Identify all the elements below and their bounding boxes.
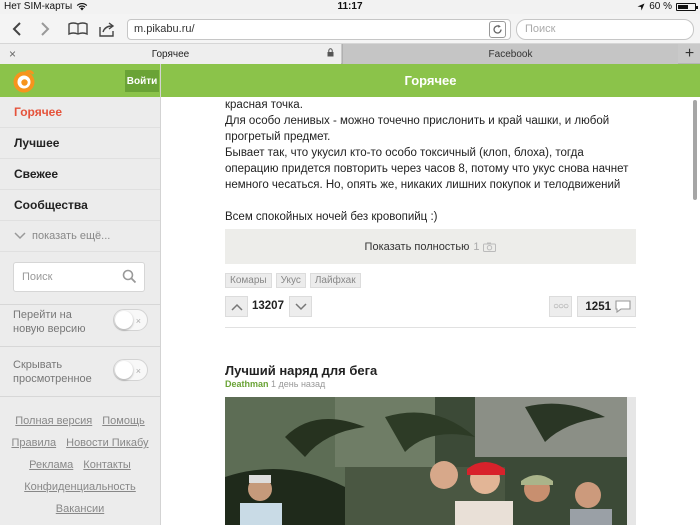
sidebar-item-communities[interactable]: Сообщества (0, 190, 160, 221)
link-news[interactable]: Новости Пикабу (66, 437, 148, 449)
reload-icon (493, 24, 502, 34)
tag[interactable]: Укус (275, 273, 306, 288)
comments-count: 1251 (585, 300, 611, 313)
post-time: 1 день назад (271, 379, 326, 389)
link-contacts[interactable]: Контакты (83, 459, 131, 471)
new-tab-button[interactable]: + (679, 44, 700, 64)
chevron-right-icon (41, 22, 50, 36)
sidebar-search-input[interactable]: Поиск (13, 262, 145, 292)
post-paragraph: Всем спокойных ночей без кровопийц :) (225, 211, 438, 223)
reload-button[interactable] (489, 21, 506, 38)
post-paragraph: Бывает так, что укусил кто-то особо токс… (225, 147, 629, 191)
chevron-down-icon (14, 232, 26, 240)
divider (0, 396, 160, 397)
post-paragraph (225, 193, 637, 209)
footer-links: Полная версия Помощь Правила Новости Пик… (0, 410, 160, 520)
sidebar-header: Войти (0, 64, 160, 97)
comments-button[interactable]: 1251 (577, 296, 636, 317)
camera-icon (483, 242, 497, 252)
tag[interactable]: Комары (225, 273, 272, 288)
divider (0, 346, 160, 347)
show-more-label: показать ещё... (32, 230, 111, 242)
browser-search-placeholder: Поиск (525, 23, 556, 35)
bookmarks-button[interactable] (66, 19, 90, 39)
post-meta: Deathman 1 день назад (225, 379, 325, 389)
toggle-hide-viewed-row: Скрывать просмотренное × (13, 358, 148, 388)
clock: 11:17 (337, 1, 363, 12)
plus-icon: + (684, 45, 695, 62)
divider (225, 327, 636, 328)
toggle-hide-viewed-label: Скрывать просмотренное (13, 359, 92, 385)
sidebar-search-placeholder: Поиск (22, 271, 53, 283)
more-options-button[interactable]: ○○○ (549, 296, 572, 317)
runners-photo (225, 397, 636, 525)
chevron-left-icon (12, 22, 21, 36)
chevron-down-icon (294, 302, 307, 310)
close-tab-icon[interactable]: × (9, 47, 16, 61)
login-button[interactable]: Войти (125, 70, 159, 92)
forward-button[interactable] (34, 19, 56, 39)
scrollbar[interactable] (693, 100, 697, 200)
comment-icon (615, 300, 631, 313)
battery-icon (676, 2, 698, 11)
link-full-version[interactable]: Полная версия (15, 415, 92, 427)
toggle-new-version-row: Перейти на новую версию × (13, 308, 148, 338)
post-title[interactable]: Лучший наряд для бега (225, 363, 377, 378)
link-vacancies[interactable]: Вакансии (56, 503, 105, 515)
post-paragraph: красная точка. (225, 99, 303, 111)
battery-percent: 60 % (649, 1, 672, 12)
browser-search-field[interactable]: Поиск (516, 19, 694, 40)
show-full-button[interactable]: Показать полностью 1 (225, 229, 636, 264)
address-bar[interactable]: m.pikabu.ru/ (127, 19, 511, 40)
tab-hot[interactable]: × Горячее (0, 44, 341, 64)
tag[interactable]: Лайфхак (309, 273, 361, 288)
tab-label: Facebook (488, 48, 533, 60)
link-ads[interactable]: Реклама (29, 459, 73, 471)
image-count: 1 (473, 240, 480, 253)
chevron-up-icon (230, 303, 243, 311)
divider (0, 304, 160, 305)
link-privacy[interactable]: Конфиденциальность (24, 481, 136, 493)
browser-toolbar: m.pikabu.ru/ Поиск (0, 14, 700, 44)
book-icon (68, 22, 88, 36)
pikabu-logo-icon[interactable] (12, 69, 36, 93)
tab-bar: × Горячее Facebook + (0, 44, 700, 64)
toggle-new-version-label: Перейти на новую версию (13, 309, 86, 335)
search-icon[interactable] (122, 269, 137, 284)
tab-label: Горячее (151, 48, 190, 60)
sidebar-item-fresh[interactable]: Свежее (0, 159, 160, 190)
sidebar-item-hot[interactable]: Горячее (0, 97, 160, 128)
feed: красная точка. Для особо ленивых - можно… (161, 97, 700, 525)
page-title: Горячее (161, 64, 700, 97)
post-image[interactable] (225, 397, 636, 525)
link-help[interactable]: Помощь (102, 415, 145, 427)
show-full-label: Показать полностью (364, 240, 470, 253)
lock-icon (327, 48, 334, 57)
back-button[interactable] (6, 19, 28, 39)
rating: 13207 (252, 300, 284, 312)
toggle-new-version[interactable]: × (113, 309, 148, 331)
share-button[interactable] (96, 19, 118, 39)
status-bar: Нет SIM-карты 11:17 60 % (0, 0, 700, 14)
sidebar-item-best[interactable]: Лучшее (0, 128, 160, 159)
tag-list: Комары Укус Лайфхак (225, 273, 361, 288)
link-rules[interactable]: Правила (11, 437, 56, 449)
sidebar: Войти Горячее Лучшее Свежее Сообщества п… (0, 64, 161, 525)
downvote-button[interactable] (289, 296, 312, 317)
tab-facebook[interactable]: Facebook (342, 44, 678, 64)
post-body: красная точка. Для особо ленивых - можно… (225, 97, 637, 225)
upvote-button[interactable] (225, 296, 248, 317)
post-paragraph: Для особо ленивых - можно точечно присло… (225, 115, 610, 143)
share-icon (99, 21, 115, 37)
show-more-link[interactable]: показать ещё... (0, 221, 160, 252)
location-icon (637, 3, 645, 10)
url-text: m.pikabu.ru/ (134, 23, 195, 35)
post-author[interactable]: Deathman (225, 379, 269, 389)
dots-icon: ○○○ (552, 301, 569, 312)
toggle-hide-viewed[interactable]: × (113, 359, 148, 381)
